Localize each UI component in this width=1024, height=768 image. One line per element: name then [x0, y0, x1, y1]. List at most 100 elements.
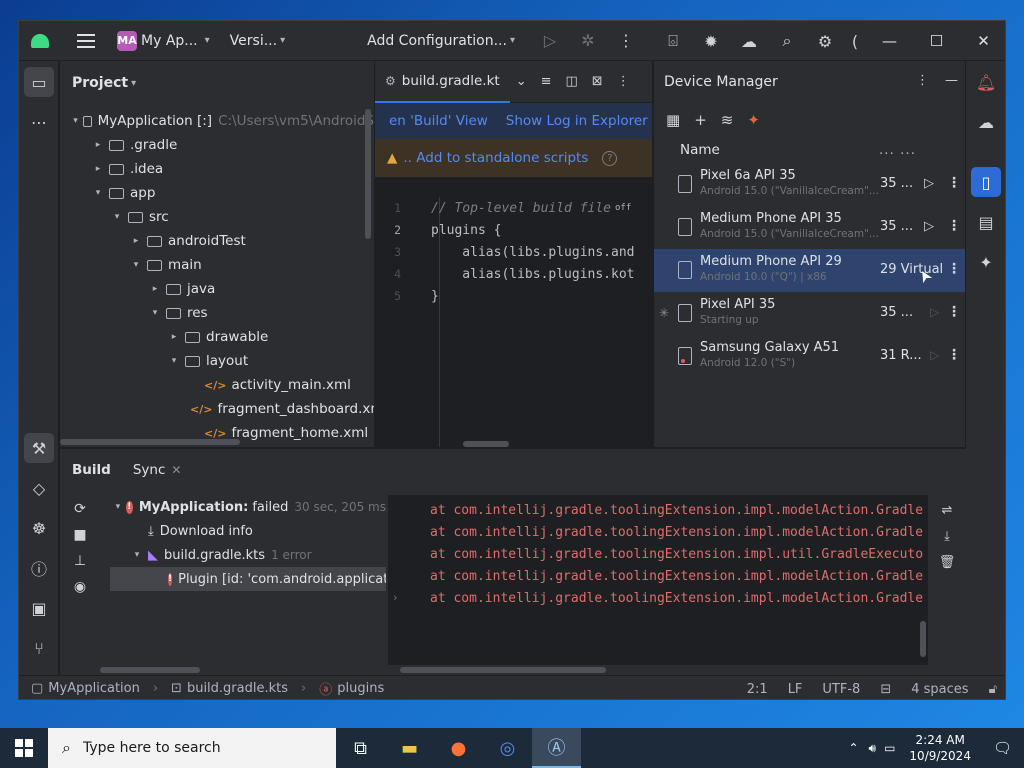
- readonly-toggle-icon[interactable]: ⊟: [880, 682, 891, 697]
- chevron-right-icon[interactable]: ▸: [91, 140, 105, 150]
- column-name-header[interactable]: Name: [680, 142, 720, 158]
- inlay-off-badge[interactable]: off: [615, 203, 631, 213]
- sdk-manager-icon[interactable]: ⌺: [654, 21, 692, 61]
- debug-icon[interactable]: ✲: [569, 21, 607, 61]
- code-line[interactable]: 5}: [375, 285, 652, 307]
- code-editor[interactable]: 1 // Top-level build file off 2 plugins {3 a…: [375, 197, 652, 307]
- console-line[interactable]: at com.intellij.gradle.toolingExtension.…: [388, 543, 923, 565]
- rerun-icon[interactable]: ⟳: [70, 501, 90, 521]
- more-actions-icon[interactable]: ⋮: [607, 21, 645, 61]
- device-more-options-icon[interactable]: ⋮: [947, 175, 961, 191]
- build-tree-row[interactable]: ⤓ Download info: [110, 519, 386, 543]
- project-switcher[interactable]: MA My Ap... ▾: [111, 27, 216, 55]
- device-row[interactable]: Samsung Galaxy A51 Android 12.0 ("S") 31 R…: [654, 335, 966, 378]
- scroll-to-end-icon[interactable]: ⤓: [936, 529, 958, 555]
- help-icon[interactable]: ?: [602, 150, 618, 166]
- maximize-button[interactable]: ☐: [913, 21, 960, 61]
- action-center-icon[interactable]: 🗨︎: [981, 739, 1024, 757]
- chevron-down-icon[interactable]: ▾: [148, 308, 162, 318]
- close-icon[interactable]: ✕: [171, 463, 181, 477]
- project-tree-row[interactable]: ▾ MyApplication [:] C:\Users\vm5\AndroidS: [60, 109, 374, 133]
- tab-build-gradle-kts[interactable]: ⚙ build.gradle.kt: [375, 61, 510, 103]
- start-device-play-icon[interactable]: ▷: [924, 176, 934, 191]
- task-view-icon[interactable]: ⧉: [336, 728, 385, 768]
- lock-icon[interactable]: 🔓︎: [989, 682, 997, 697]
- chevron-right-icon[interactable]: ▸: [167, 332, 181, 342]
- chevron-down-icon[interactable]: ▾: [114, 502, 122, 512]
- taskbar-search-box[interactable]: ⌕ Type here to search: [48, 728, 336, 768]
- project-tree-row[interactable]: ▸ .gradle: [60, 133, 374, 157]
- chevron-down-icon[interactable]: ▾: [110, 212, 124, 222]
- console-line[interactable]: at com.intellij.gradle.toolingExtension.…: [388, 565, 923, 587]
- breadcrumb-symbol[interactable]: plugins: [337, 681, 384, 696]
- open-build-view-link[interactable]: en 'Build' View: [389, 113, 488, 129]
- tab-build[interactable]: Build: [72, 462, 111, 478]
- chevron-right-icon[interactable]: ▸: [91, 164, 105, 174]
- breadcrumb-file[interactable]: build.gradle.kts: [187, 681, 288, 696]
- add-device-icon[interactable]: +: [694, 111, 707, 129]
- preview-icon[interactable]: ⊠: [592, 74, 603, 89]
- project-tree-row[interactable]: ▸ androidTest: [60, 229, 374, 253]
- editor-horizontal-scrollbar[interactable]: [463, 441, 509, 447]
- chevron-down-icon[interactable]: ▾: [130, 550, 144, 560]
- chevron-right-icon[interactable]: ▸: [129, 236, 143, 246]
- console-vertical-scrollbar[interactable]: [920, 621, 926, 657]
- git-branch-icon[interactable]: ⑂: [24, 633, 54, 663]
- hide-panel-icon[interactable]: —: [945, 73, 958, 88]
- android-studio-taskbar-icon[interactable]: Ⓐ: [532, 728, 581, 768]
- project-tree-row[interactable]: </> activity_main.xml: [60, 373, 374, 397]
- chevron-down-icon[interactable]: ▾: [91, 188, 105, 198]
- show-hidden-icons-icon[interactable]: ⌃: [842, 741, 864, 755]
- notifications-bell-icon[interactable]: 🔔︎: [971, 67, 1001, 97]
- breadcrumb-project[interactable]: MyApplication: [48, 681, 140, 696]
- search-icon[interactable]: ⌕: [768, 21, 806, 61]
- pin-icon[interactable]: ⊥: [70, 553, 90, 573]
- main-menu-icon[interactable]: [77, 33, 95, 48]
- project-tree-row[interactable]: ▾ src: [60, 205, 374, 229]
- device-row[interactable]: ✳ Pixel API 35 Starting up 35 ... ▷ ⋮: [654, 292, 966, 335]
- chevron-down-icon[interactable]: ▾: [129, 260, 143, 270]
- project-tree-row[interactable]: ▸ java: [60, 277, 374, 301]
- network-icon[interactable]: ▭: [880, 741, 899, 755]
- start-device-play-icon[interactable]: ▷: [930, 348, 939, 362]
- device-mirror-icon[interactable]: ☁: [730, 21, 768, 61]
- run-configuration-selector[interactable]: Add Configuration... ▾: [367, 33, 515, 49]
- vcs-widget[interactable]: Versi... ▾: [230, 33, 285, 49]
- code-line[interactable]: 1 // Top-level build file off: [375, 197, 652, 219]
- file-explorer-icon[interactable]: ▬: [385, 728, 434, 768]
- device-more-options-icon[interactable]: ⋮: [947, 304, 961, 320]
- more-tools-icon[interactable]: ⋯: [24, 107, 54, 137]
- chevron-down-icon[interactable]: ⌄: [516, 74, 527, 89]
- chrome-icon[interactable]: ◎: [483, 728, 532, 768]
- device-row[interactable]: Medium Phone API 29 Android 10.0 ("Q") | …: [654, 249, 966, 292]
- code-line[interactable]: 2 plugins {: [375, 219, 652, 241]
- start-device-play-icon[interactable]: ▷: [924, 219, 934, 234]
- build-console[interactable]: › at com.intellij.gradle.toolingExtensio…: [388, 495, 928, 665]
- chevron-right-icon[interactable]: ▸: [148, 284, 162, 294]
- project-tree-row[interactable]: ▾ app: [60, 181, 374, 205]
- project-tree-row[interactable]: ▸ .idea: [60, 157, 374, 181]
- soft-wrap-icon[interactable]: ⇌: [936, 503, 958, 529]
- console-line[interactable]: at com.intellij.gradle.toolingExtension.…: [388, 521, 923, 543]
- gradle-elephant-icon[interactable]: ☁: [971, 107, 1001, 137]
- tab-sync[interactable]: Sync ✕: [133, 462, 182, 478]
- terminal-icon[interactable]: ▣: [24, 593, 54, 623]
- eye-icon[interactable]: ◉: [70, 579, 90, 599]
- running-devices-icon[interactable]: ▤: [971, 207, 1001, 237]
- console-horizontal-scrollbar[interactable]: [400, 667, 606, 673]
- project-tree-row[interactable]: ▾ layout: [60, 349, 374, 373]
- build-hammer-icon[interactable]: ⚒: [24, 433, 54, 463]
- problems-icon[interactable]: ⓘ: [24, 553, 54, 583]
- firebase-icon[interactable]: ✦: [747, 111, 760, 129]
- clear-trash-icon[interactable]: 🗑︎: [936, 555, 958, 581]
- project-tool-folder-icon[interactable]: ▭: [24, 67, 54, 97]
- gem-icon[interactable]: ◇: [24, 473, 54, 503]
- code-line[interactable]: 3 alias(libs.plugins.and: [375, 241, 652, 263]
- device-more-options-icon[interactable]: ⋮: [947, 218, 961, 234]
- run-icon[interactable]: ▷: [531, 21, 569, 61]
- project-vertical-scrollbar[interactable]: [365, 109, 371, 239]
- device-more-options-icon[interactable]: ⋮: [947, 347, 961, 363]
- gemini-sparkle-icon[interactable]: ✦: [971, 247, 1001, 277]
- firefox-icon[interactable]: ●: [434, 728, 483, 768]
- caret-position[interactable]: 2:1: [747, 682, 768, 697]
